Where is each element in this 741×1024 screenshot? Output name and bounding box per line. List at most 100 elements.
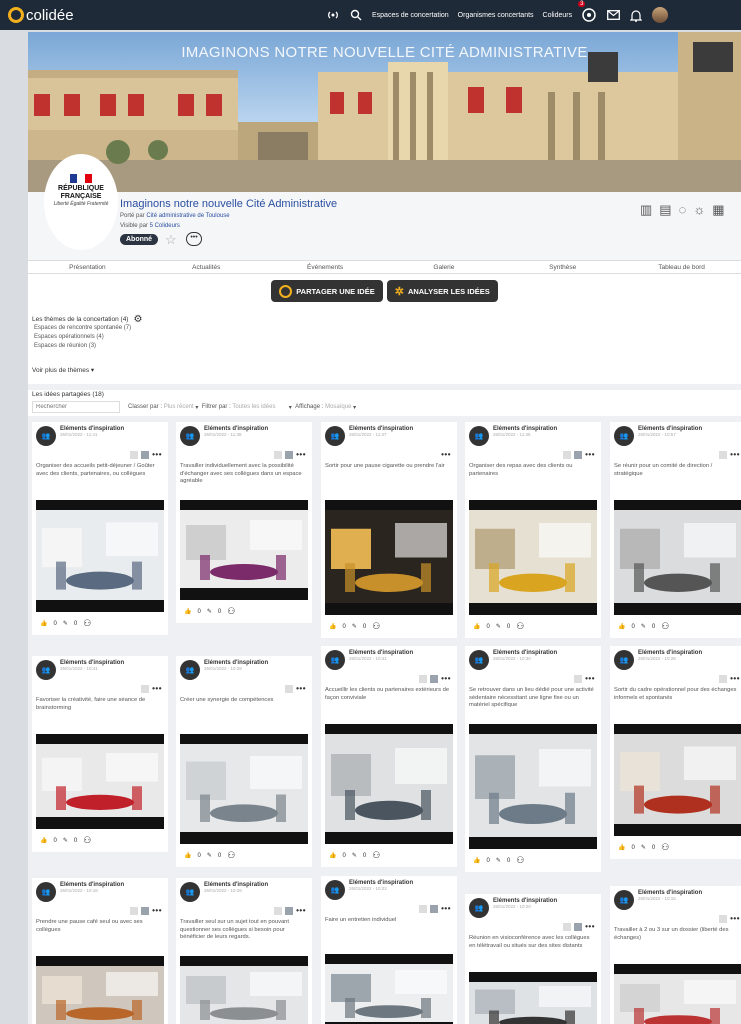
select-checkbox[interactable]	[130, 450, 139, 459]
card-text[interactable]: Sortir du cadre opérationnel pour des éc…	[610, 684, 741, 724]
concertation-title[interactable]: Imaginons notre nouvelle Cité Administra…	[120, 198, 337, 210]
comment-icon[interactable]: ✎	[641, 844, 646, 851]
mail-icon[interactable]	[606, 8, 620, 22]
more-options-icon[interactable]: •••	[730, 674, 740, 683]
select-checkbox[interactable]	[563, 450, 572, 459]
image-icon[interactable]	[285, 906, 294, 915]
tab-evenements[interactable]: Événements	[266, 264, 385, 271]
more-options-icon[interactable]: •••	[441, 674, 451, 683]
card-photo[interactable]	[36, 734, 164, 829]
card-text[interactable]: Créer une synergie de compétences	[176, 694, 312, 734]
like-icon[interactable]: 👍	[184, 608, 191, 615]
card-photo[interactable]	[36, 956, 164, 1024]
search-icon[interactable]	[349, 8, 363, 22]
more-options-icon[interactable]: •••	[296, 684, 306, 693]
more-options-icon[interactable]: •••	[441, 904, 451, 913]
idea-card[interactable]: 👥 Eléments d'inspiration 26/01/2022 - 10:4…	[321, 646, 457, 867]
more-options-icon[interactable]: •••	[296, 450, 306, 459]
ideas-notification[interactable]: 3	[578, 1, 597, 23]
author-avatar[interactable]: 👥	[36, 660, 56, 680]
like-icon[interactable]: 👍	[473, 857, 480, 864]
author-avatar[interactable]: 👥	[614, 650, 634, 670]
more-options-icon[interactable]: •••	[152, 684, 162, 693]
comment-icon[interactable]: ✎	[207, 852, 212, 859]
visible-by-link[interactable]: 5 Colideurs	[150, 223, 180, 229]
share-icon[interactable]: ⚇	[83, 835, 91, 846]
gear-icon[interactable]: ⚙	[133, 315, 142, 325]
card-text[interactable]: Travailler seul sur un sujet tout en pou…	[176, 916, 312, 956]
stats-icon[interactable]: ▥	[640, 202, 652, 218]
more-options-icon[interactable]: •••	[730, 914, 740, 923]
theme-item[interactable]: Espaces opérationnels (4)	[32, 333, 142, 342]
comment-icon[interactable]: ✎	[63, 620, 68, 627]
card-text[interactable]: Travailler individuellement avec la poss…	[176, 460, 312, 500]
share-icon[interactable]: ⚇	[516, 855, 524, 866]
select-checkbox[interactable]	[563, 922, 572, 931]
sort-select[interactable]: Plus récent	[164, 404, 194, 411]
nav-organismes-concertants[interactable]: Organismes concertants	[458, 12, 534, 19]
share-idea-button[interactable]: PARTAGER UNE IDÉE	[271, 280, 383, 302]
comment-icon[interactable]: ✎	[352, 852, 357, 859]
card-photo[interactable]	[180, 500, 308, 600]
like-icon[interactable]: 👍	[618, 623, 625, 630]
image-icon[interactable]	[141, 450, 150, 459]
tab-galerie[interactable]: Galerie	[384, 264, 503, 271]
like-icon[interactable]: 👍	[618, 844, 625, 851]
more-options-icon[interactable]: •••	[585, 674, 595, 683]
idea-card[interactable]: 👥 Eléments d'inspiration 26/01/2022 - 10:1…	[610, 886, 741, 1024]
subscribed-badge[interactable]: Abonné	[120, 234, 159, 245]
share-icon[interactable]: ⚇	[661, 621, 669, 632]
display-caret-icon[interactable]: ▾	[353, 404, 356, 411]
card-photo[interactable]	[325, 724, 453, 844]
author-avatar[interactable]: 👥	[469, 650, 489, 670]
image-icon[interactable]	[574, 922, 583, 931]
select-checkbox[interactable]	[285, 684, 294, 693]
comment-icon[interactable]: ✎	[496, 857, 501, 864]
author-avatar[interactable]: 👥	[325, 880, 345, 900]
author-avatar[interactable]: 👥	[180, 426, 200, 446]
card-photo[interactable]	[469, 724, 597, 849]
filter-caret-icon[interactable]: ▾	[289, 404, 292, 411]
like-icon[interactable]: 👍	[329, 623, 336, 630]
chat-icon[interactable]: ◌	[679, 202, 687, 218]
idea-card[interactable]: 👥 Eléments d'inspiration 26/01/2022 - 11:3…	[321, 422, 457, 638]
share-icon[interactable]: ⚇	[227, 850, 235, 861]
tab-presentation[interactable]: Présentation	[28, 264, 147, 271]
select-checkbox[interactable]	[141, 684, 150, 693]
filter-select[interactable]: Toutes les idées	[232, 404, 275, 411]
idea-card[interactable]: 👥 Eléments d'inspiration 26/01/2022 - 10:2…	[465, 894, 601, 1024]
card-photo[interactable]	[325, 954, 453, 1024]
share-icon[interactable]: ⚇	[372, 850, 380, 861]
broadcast-icon[interactable]	[326, 8, 340, 22]
author-avatar[interactable]: 👥	[180, 882, 200, 902]
idea-card[interactable]: 👥 Eléments d'inspiration 26/01/2022 - 10:3…	[465, 646, 601, 872]
share-icon[interactable]: ⚇	[661, 842, 669, 853]
theme-item[interactable]: Espaces de réunion (3)	[32, 342, 142, 351]
idea-card[interactable]: 👥 Eléments d'inspiration 26/01/2022 - 10:5…	[610, 422, 741, 638]
nav-colideurs[interactable]: Colideurs	[543, 12, 573, 19]
more-options-button[interactable]: •••	[186, 232, 202, 246]
card-text[interactable]: Prendre une pause café seul ou avec ses …	[32, 916, 168, 956]
share-icon[interactable]: ⚇	[227, 606, 235, 617]
card-text[interactable]: Réunion en visioconférence avec les coll…	[465, 932, 601, 972]
like-icon[interactable]: 👍	[40, 620, 47, 627]
more-options-icon[interactable]: •••	[585, 450, 595, 459]
image-icon[interactable]	[430, 674, 439, 683]
select-checkbox[interactable]	[719, 674, 728, 683]
like-icon[interactable]: 👍	[184, 852, 191, 859]
card-photo[interactable]	[180, 956, 308, 1024]
more-options-icon[interactable]: •••	[296, 906, 306, 915]
analyse-ideas-button[interactable]: ✲ ANALYSER LES IDÉES	[386, 280, 498, 302]
author-avatar[interactable]: 👥	[180, 660, 200, 680]
like-icon[interactable]: 👍	[329, 852, 336, 859]
colidee-logo[interactable]: colidée	[8, 7, 74, 24]
card-photo[interactable]	[614, 724, 741, 836]
select-checkbox[interactable]	[719, 450, 728, 459]
comment-icon[interactable]: ✎	[207, 608, 212, 615]
card-text[interactable]: Accueillir les clients ou partenaires ex…	[321, 684, 457, 724]
more-options-icon[interactable]: •••	[152, 906, 162, 915]
card-text[interactable]: Se retrouver dans un lieu dédié pour une…	[465, 684, 601, 724]
select-checkbox[interactable]	[130, 906, 139, 915]
sort-caret-icon[interactable]: ▾	[195, 404, 198, 411]
card-photo[interactable]	[614, 500, 741, 615]
